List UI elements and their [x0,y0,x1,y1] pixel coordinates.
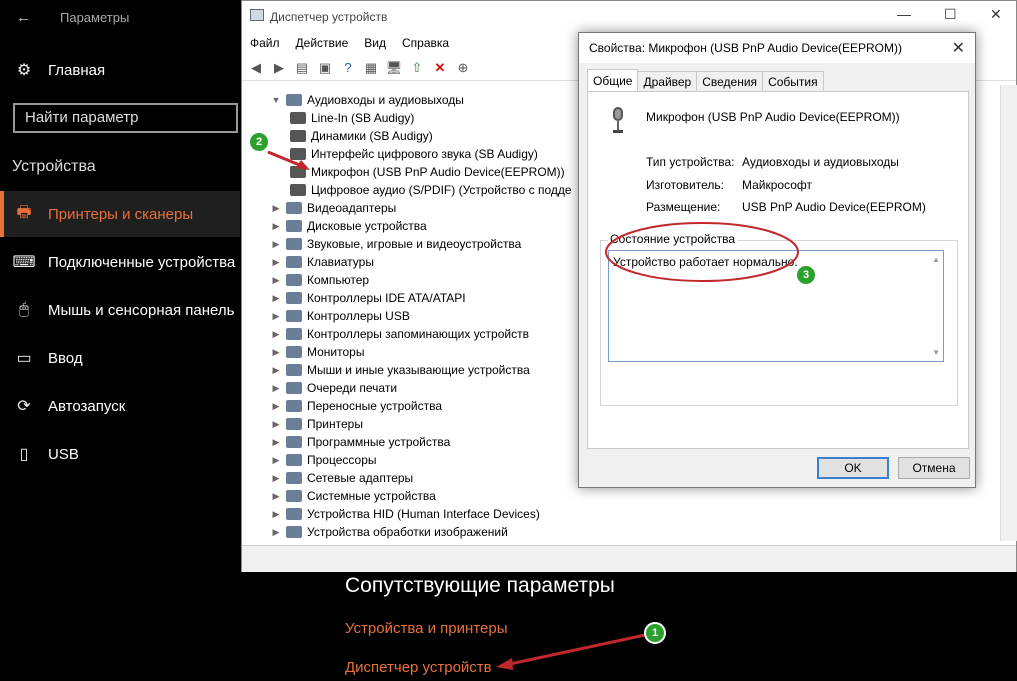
arrow-2-shaft [267,150,303,168]
annotation-layer [267,150,799,670]
step-badge-1: 1 [644,622,666,644]
step-badge-3: 3 [795,264,817,286]
step-badge-2: 2 [248,131,270,153]
arrow-2-head [296,160,310,170]
arrow-1-shaft [509,633,646,666]
status-highlight-ellipse [605,222,799,282]
arrow-1-head [496,658,513,670]
